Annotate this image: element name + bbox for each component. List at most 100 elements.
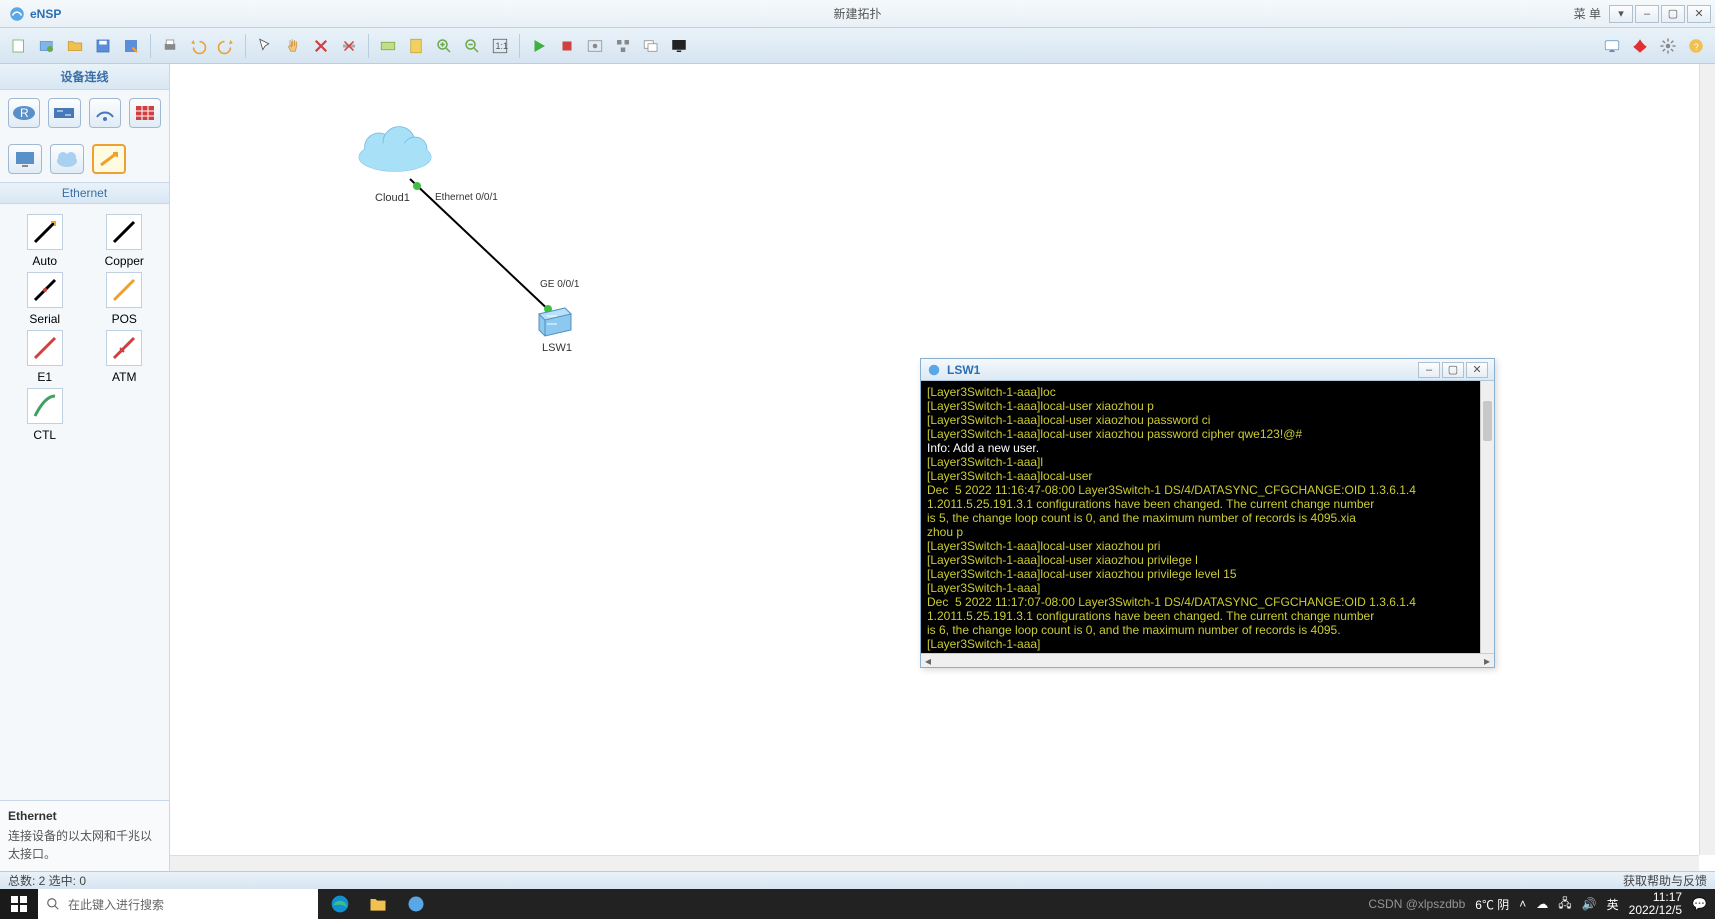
- redo-button[interactable]: [213, 33, 239, 59]
- status-bar: 总数: 2 选中: 0 获取帮助与反馈: [0, 871, 1715, 889]
- stop-all-button[interactable]: [554, 33, 580, 59]
- text-label-button[interactable]: [375, 33, 401, 59]
- pan-tool-button[interactable]: [280, 33, 306, 59]
- tray-cloud-icon[interactable]: ☁: [1536, 897, 1548, 911]
- save-button[interactable]: [90, 33, 116, 59]
- device-cat-switch[interactable]: [48, 98, 80, 128]
- connector-label: CTL: [33, 428, 56, 442]
- windows-taskbar: 在此键入进行搜索 CSDN @xlpszdbb 6℃ 阴 ˄ ☁ 🖧 🔊 英 1…: [0, 889, 1715, 919]
- tray-chevron-icon[interactable]: ˄: [1519, 897, 1526, 911]
- app-logo: eNSP: [0, 5, 69, 23]
- device-cat-pc[interactable]: [8, 144, 42, 174]
- capture-button[interactable]: [582, 33, 608, 59]
- status-right[interactable]: 获取帮助与反馈: [1623, 872, 1707, 889]
- save-as-button[interactable]: [118, 33, 144, 59]
- zoom-out-button[interactable]: [459, 33, 485, 59]
- undo-button[interactable]: [185, 33, 211, 59]
- tray-date: 2022/12/5: [1629, 904, 1682, 917]
- topology-canvas[interactable]: Cloud1 Ethernet 0/0/1 GE 0/0/1 LSW1 LSW1…: [170, 64, 1715, 871]
- start-all-button[interactable]: [526, 33, 552, 59]
- search-placeholder: 在此键入进行搜索: [68, 896, 164, 913]
- tray-network-icon[interactable]: 🖧: [1558, 894, 1571, 915]
- terminal-vscrollbar[interactable]: [1480, 381, 1494, 653]
- new-topo-button[interactable]: [6, 33, 32, 59]
- cloud-label: Cloud1: [375, 192, 410, 204]
- search-icon: [46, 897, 60, 911]
- toolbar-separator: [368, 34, 369, 58]
- sidebar-header: 设备连线: [0, 64, 169, 90]
- layout-button[interactable]: [610, 33, 636, 59]
- connector-ctl[interactable]: CTL: [10, 388, 80, 442]
- toolbar-separator: [519, 34, 520, 58]
- taskbar-explorer[interactable]: [362, 889, 394, 919]
- tray-weather[interactable]: 6℃ 阴: [1475, 896, 1509, 913]
- terminal-hscrollbar[interactable]: ◂▸: [921, 653, 1494, 667]
- terminal-titlebar[interactable]: LSW1 – ▢ ✕: [921, 359, 1494, 381]
- menu-button[interactable]: 菜 单: [1568, 5, 1607, 22]
- terminal-window[interactable]: LSW1 – ▢ ✕ [Layer3Switch-1-aaa]loc[Layer…: [920, 358, 1495, 668]
- close-button[interactable]: ✕: [1687, 5, 1711, 23]
- taskbar-search[interactable]: 在此键入进行搜索: [38, 889, 318, 919]
- feedback-button[interactable]: [1599, 33, 1625, 59]
- tray-volume-icon[interactable]: 🔊: [1582, 897, 1597, 911]
- device-cat-router[interactable]: R: [8, 98, 40, 128]
- switch-port-label: GE 0/0/1: [540, 279, 579, 290]
- taskbar-edge[interactable]: [324, 889, 356, 919]
- zoom-in-button[interactable]: [431, 33, 457, 59]
- note-button[interactable]: [403, 33, 429, 59]
- ensp-logo-icon: [8, 5, 26, 23]
- device-cat-connection[interactable]: [92, 144, 126, 174]
- app-name: eNSP: [30, 7, 61, 21]
- svg-text:R: R: [20, 106, 29, 120]
- connector-label: Copper: [105, 254, 144, 268]
- select-tool-button[interactable]: [252, 33, 278, 59]
- toolbar-separator: [245, 34, 246, 58]
- display-mode-button[interactable]: [666, 33, 692, 59]
- watermark: CSDN @xlpszdbb: [1368, 897, 1465, 911]
- canvas-vscrollbar[interactable]: [1699, 64, 1715, 855]
- taskbar-ensp[interactable]: [400, 889, 432, 919]
- tray-ime[interactable]: 英: [1607, 896, 1619, 913]
- connector-auto[interactable]: Auto: [10, 214, 80, 268]
- terminal-close[interactable]: ✕: [1466, 362, 1488, 378]
- settings-button[interactable]: [1655, 33, 1681, 59]
- terminal-minimize[interactable]: –: [1418, 362, 1440, 378]
- huawei-icon[interactable]: [1627, 33, 1653, 59]
- window-list-button[interactable]: [638, 33, 664, 59]
- connector-category-header: Ethernet: [0, 182, 169, 204]
- tray-clock[interactable]: 11:17 2022/12/5: [1629, 891, 1682, 917]
- minimize-button[interactable]: –: [1635, 5, 1659, 23]
- status-left: 总数: 2 选中: 0: [8, 872, 86, 889]
- terminal-maximize[interactable]: ▢: [1442, 362, 1464, 378]
- help-button[interactable]: ?: [1683, 33, 1709, 59]
- node-lsw1[interactable]: [535, 304, 575, 338]
- tray-notifications-icon[interactable]: 💬: [1692, 897, 1707, 911]
- terminal-icon: [927, 363, 941, 377]
- connector-pos[interactable]: POS: [90, 272, 160, 326]
- start-button[interactable]: [0, 889, 38, 919]
- connector-e1[interactable]: E1: [10, 330, 80, 384]
- title-bar: eNSP 新建拓扑 菜 单 ▾ – ▢ ✕: [0, 0, 1715, 28]
- connector-label: E1: [37, 370, 52, 384]
- new-project-button[interactable]: [34, 33, 60, 59]
- delete-button[interactable]: [308, 33, 334, 59]
- device-cat-firewall[interactable]: [129, 98, 161, 128]
- connector-serial[interactable]: Serial: [10, 272, 80, 326]
- device-cat-wlan[interactable]: [89, 98, 121, 128]
- device-cat-cloud[interactable]: [50, 144, 84, 174]
- maximize-button[interactable]: ▢: [1661, 5, 1685, 23]
- connector-copper[interactable]: Copper: [90, 214, 160, 268]
- cloud-port-label: Ethernet 0/0/1: [435, 192, 498, 203]
- open-button[interactable]: [62, 33, 88, 59]
- connector-atm[interactable]: ATM: [90, 330, 160, 384]
- print-button[interactable]: [157, 33, 183, 59]
- delete-link-button[interactable]: [336, 33, 362, 59]
- canvas-hscrollbar[interactable]: [170, 855, 1699, 871]
- terminal-output[interactable]: [Layer3Switch-1-aaa]loc[Layer3Switch-1-a…: [921, 381, 1494, 653]
- node-cloud1[interactable]: [355, 124, 435, 174]
- topology-canvas-wrap: Cloud1 Ethernet 0/0/1 GE 0/0/1 LSW1 LSW1…: [170, 64, 1715, 871]
- fit-window-button[interactable]: 1:1: [487, 33, 513, 59]
- menu-dropdown-icon[interactable]: ▾: [1609, 5, 1633, 23]
- switch-label: LSW1: [542, 342, 572, 354]
- svg-text:?: ?: [1694, 41, 1699, 51]
